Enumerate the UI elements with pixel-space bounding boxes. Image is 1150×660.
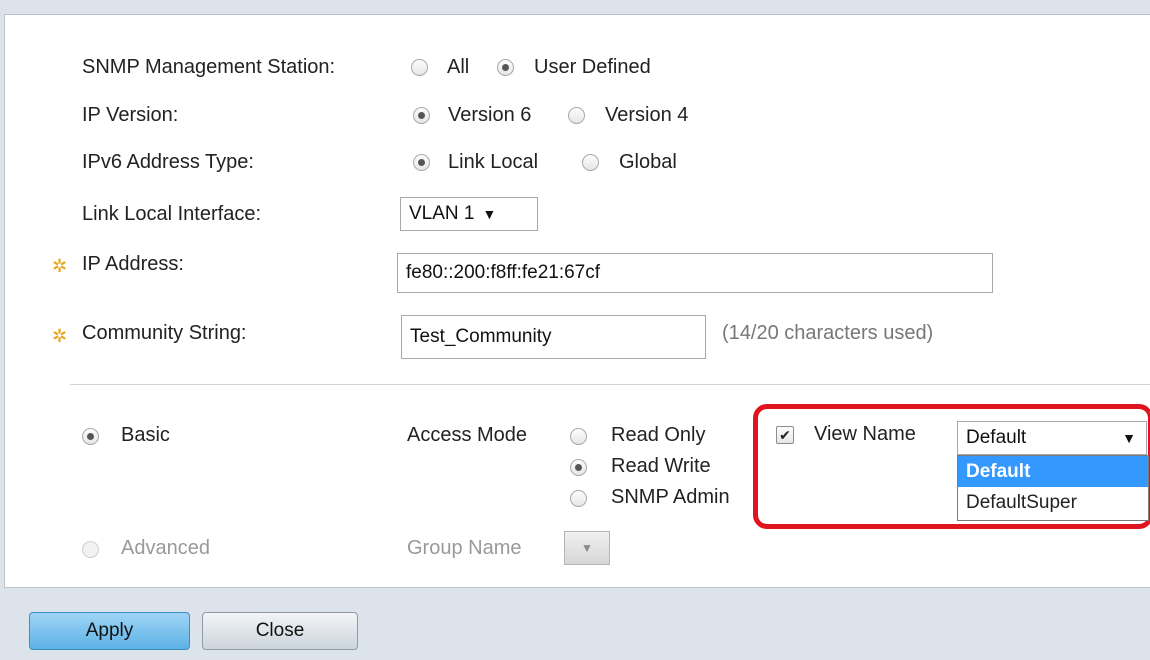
community-string-input[interactable]: Test_Community <box>401 315 706 359</box>
basic-radio[interactable] <box>82 428 99 445</box>
chevron-down-icon: ▼ <box>482 206 497 222</box>
version-4-radio[interactable] <box>568 107 585 124</box>
view-option-default[interactable]: Default <box>958 456 1148 487</box>
advanced-radio[interactable] <box>82 541 99 558</box>
ip-address-value: fe80::200:f8ff:fe21:67cf <box>406 262 601 283</box>
station-user-defined-label: User Defined <box>534 56 651 78</box>
link-local-radio[interactable] <box>413 154 430 171</box>
ip-version-label: IP Version: <box>82 104 179 126</box>
community-string-value: Test_Community <box>410 326 552 347</box>
close-button[interactable]: Close <box>202 612 358 650</box>
link-local-interface-value: VLAN 1 <box>409 203 475 224</box>
access-mode-label: Access Mode <box>407 424 528 446</box>
ip-address-input[interactable]: fe80::200:f8ff:fe21:67cf <box>397 253 993 293</box>
link-local-interface-label: Link Local Interface: <box>82 203 261 225</box>
required-icon: ✲ <box>52 326 68 346</box>
character-count-hint: (14/20 characters used) <box>722 322 934 344</box>
global-radio[interactable] <box>582 154 599 171</box>
basic-label: Basic <box>121 424 170 446</box>
section-divider <box>70 384 1150 385</box>
view-name-select[interactable]: Default ▼ <box>957 421 1147 455</box>
station-user-defined-radio[interactable] <box>497 59 514 76</box>
required-icon: ✲ <box>52 256 68 276</box>
ip-address-label: IP Address: <box>82 253 184 275</box>
advanced-label: Advanced <box>121 537 210 559</box>
apply-button[interactable]: Apply <box>29 612 190 650</box>
group-name-label: Group Name <box>407 537 522 559</box>
station-all-radio[interactable] <box>411 59 428 76</box>
snmp-admin-radio[interactable] <box>570 490 587 507</box>
ipv6-type-label: IPv6 Address Type: <box>82 151 254 173</box>
snmp-admin-label: SNMP Admin <box>611 486 730 508</box>
read-only-label: Read Only <box>611 424 706 446</box>
chevron-down-icon: ▼ <box>1122 430 1136 446</box>
link-local-label: Link Local <box>448 151 539 173</box>
view-name-label: View Name <box>814 423 916 445</box>
check-icon: ✔ <box>779 426 791 443</box>
global-label: Global <box>619 151 677 173</box>
snmp-station-label: SNMP Management Station: <box>82 56 336 78</box>
view-name-selected-value: Default <box>966 427 1027 448</box>
version-6-radio[interactable] <box>413 107 430 124</box>
version-6-label: Version 6 <box>448 104 532 126</box>
read-write-radio[interactable] <box>570 459 587 476</box>
station-all-label: All <box>447 56 470 78</box>
read-only-radio[interactable] <box>570 428 587 445</box>
view-option-defaultsuper[interactable]: DefaultSuper <box>958 487 1148 518</box>
version-4-label: Version 4 <box>605 104 689 126</box>
read-write-label: Read Write <box>611 455 711 477</box>
view-name-options: Default DefaultSuper <box>957 455 1149 521</box>
view-name-checkbox[interactable]: ✔ <box>776 426 794 444</box>
chevron-down-icon: ▼ <box>581 541 593 555</box>
community-string-label: Community String: <box>82 322 247 344</box>
link-local-interface-select[interactable]: VLAN 1 ▼ <box>400 197 538 231</box>
group-name-select[interactable]: ▼ <box>564 531 610 565</box>
